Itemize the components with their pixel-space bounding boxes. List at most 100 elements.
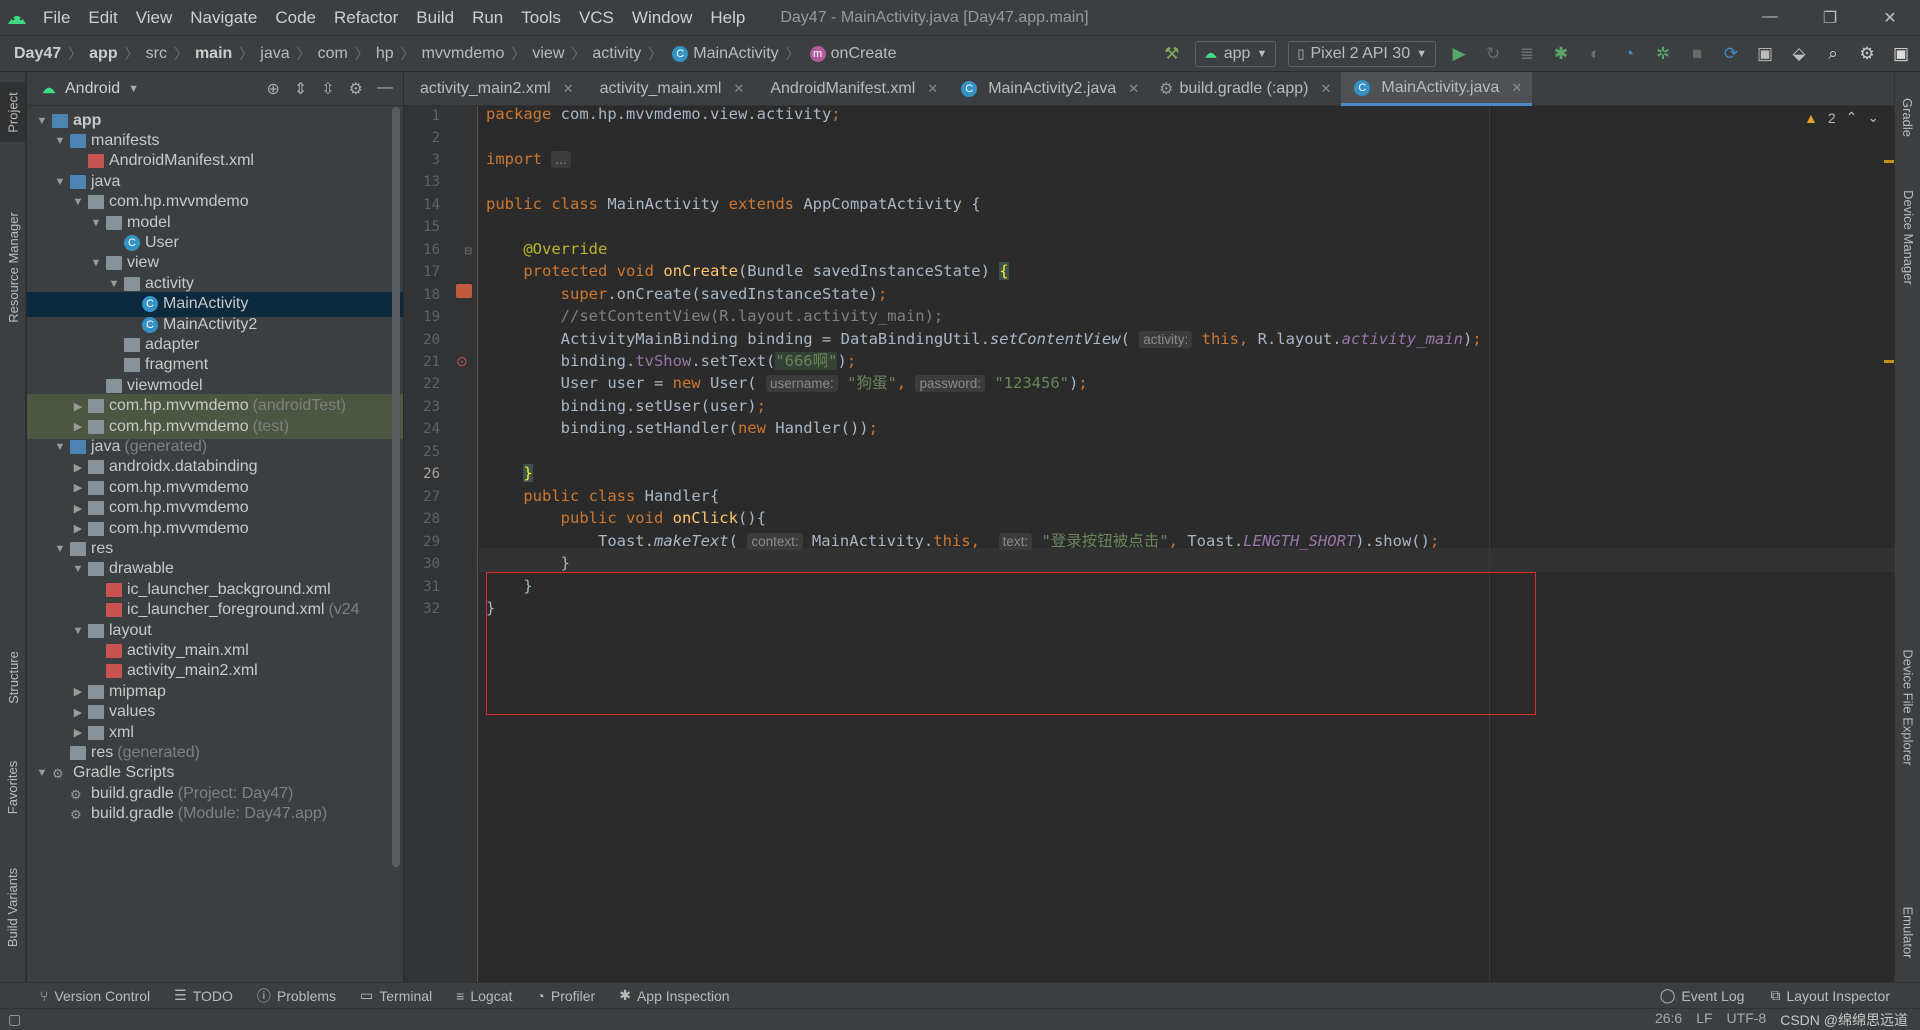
line-separator[interactable]: LF — [1696, 1010, 1712, 1030]
close-tab-icon[interactable]: ✕ — [1511, 80, 1522, 96]
breadcrumb-item[interactable]: java — [260, 45, 289, 63]
device-manager-tool-tab[interactable]: Device Manager — [1895, 172, 1920, 302]
breadcrumb-item[interactable]: mvvmdemo — [422, 45, 505, 63]
profiler-tool[interactable]: ◔ Profiler — [536, 988, 595, 1004]
chevron-right-icon[interactable]: ▶ — [71, 481, 85, 494]
close-tab-icon[interactable]: ✕ — [1320, 81, 1331, 97]
profile-icon[interactable]: ◔ — [1618, 43, 1640, 65]
structure-tool-tab[interactable]: Structure — [0, 632, 26, 722]
close-tab-icon[interactable]: ✕ — [563, 81, 574, 97]
breadcrumb-item[interactable]: app — [89, 45, 117, 63]
caret-position[interactable]: 26:6 — [1655, 1010, 1682, 1030]
breadcrumb-item[interactable]: Day47 — [14, 45, 61, 63]
close-tab-icon[interactable]: ✕ — [927, 81, 938, 97]
editor-tab[interactable]: ⚙ build.gradle (:app) ✕ — [1149, 72, 1341, 106]
minimize-button[interactable]: — — [1740, 8, 1800, 28]
editor-tab[interactable]: activity_main2.xml ✕ — [404, 72, 584, 106]
logcat-tool[interactable]: ≡ Logcat — [456, 988, 512, 1004]
collapse-all-icon[interactable]: ⇳ — [321, 79, 334, 99]
project-scrollbar[interactable] — [392, 107, 400, 867]
emulator-tool-tab[interactable]: Emulator — [1895, 892, 1920, 972]
chevron-down-icon[interactable]: ▼ — [71, 563, 85, 575]
hammer-build-icon[interactable]: ⚒ — [1161, 43, 1183, 65]
sdk-manager-icon[interactable]: ⬙ — [1788, 43, 1810, 65]
expand-all-icon[interactable]: ⇕ — [294, 79, 307, 99]
chevron-down-icon[interactable]: ▼ — [107, 278, 121, 290]
version-control-tool[interactable]: ⑂ Version Control — [40, 988, 150, 1004]
chevron-down-icon[interactable]: ▼ — [53, 176, 67, 188]
apply-changes-icon[interactable]: ≣ — [1516, 43, 1538, 65]
build-variants-tool-tab[interactable]: Build Variants — [0, 852, 26, 962]
gradle-tool-tab[interactable]: Gradle — [1895, 82, 1920, 152]
chevron-down-icon[interactable]: ▼ — [128, 83, 139, 95]
chevron-down-icon[interactable]: ▼ — [71, 196, 85, 208]
close-button[interactable]: ✕ — [1860, 8, 1920, 28]
gear-icon[interactable]: ⚙ — [1856, 43, 1878, 65]
hide-icon[interactable]: — — [377, 79, 393, 99]
editor-tab[interactable]: C MainActivity.java ✕ — [1341, 72, 1533, 106]
menu-window[interactable]: Window — [623, 0, 701, 36]
terminal-tool[interactable]: ▭ Terminal — [360, 987, 432, 1004]
device-file-explorer-tool-tab[interactable]: Device File Explorer — [1895, 632, 1920, 782]
chevron-right-icon[interactable]: ▶ — [71, 420, 85, 433]
editor-tab[interactable]: C MainActivity2.java ✕ — [948, 72, 1149, 106]
stop-icon[interactable]: ■ — [1686, 43, 1708, 65]
breadcrumb-item[interactable]: m onCreate — [807, 45, 896, 63]
chevron-down-icon[interactable]: ▼ — [89, 217, 103, 229]
menu-refactor[interactable]: Refactor — [325, 0, 407, 36]
class-marker-icon[interactable] — [456, 284, 472, 298]
attach-debugger-icon[interactable]: ✲ — [1652, 43, 1674, 65]
coverage-icon[interactable]: ◐ — [1584, 43, 1606, 65]
chevron-down-icon[interactable]: ▼ — [35, 115, 49, 127]
favorites-tool-tab[interactable]: Favorites — [0, 742, 26, 832]
resource-manager-tool-tab[interactable]: Resource Manager — [0, 192, 26, 342]
chevron-up-icon[interactable]: ⌃ — [1846, 109, 1858, 126]
project-tool-tab[interactable]: Project — [0, 82, 26, 142]
breadcrumb-item[interactable]: hp — [376, 45, 394, 63]
device-manager-icon[interactable]: ▣ — [1754, 43, 1776, 65]
sync-gradle-icon[interactable]: ⟳ — [1720, 43, 1742, 65]
app-inspection-tool[interactable]: ✱ App Inspection — [619, 987, 729, 1004]
menu-navigate[interactable]: Navigate — [181, 0, 266, 36]
editor-tab[interactable]: AndroidManifest.xml ✕ — [754, 72, 948, 106]
code-editor[interactable]: 1 2 3 13 14 15 16 17 18 19 20 21 22 23 24 25 26 27 28 29 30 3… — [404, 105, 1898, 982]
menu-help[interactable]: Help — [701, 0, 754, 36]
override-marker-icon[interactable]: ⊙ — [456, 353, 468, 370]
gear-icon[interactable]: ⚙ — [349, 79, 363, 99]
close-tab-icon[interactable]: ✕ — [1128, 81, 1139, 97]
menu-vcs[interactable]: VCS — [570, 0, 623, 36]
chevron-down-icon[interactable]: ▼ — [71, 625, 85, 637]
fold-marker-icon[interactable]: ⊟ — [464, 246, 472, 257]
menu-edit[interactable]: Edit — [79, 0, 126, 36]
locate-icon[interactable]: ⊕ — [266, 79, 279, 99]
problems-tool[interactable]: ⓘ Problems — [257, 986, 336, 1006]
chevron-right-icon[interactable]: ▶ — [71, 726, 85, 739]
search-icon[interactable]: ⌕ — [1822, 43, 1844, 65]
restore-button[interactable]: ❐ — [1800, 8, 1860, 28]
chevron-right-icon[interactable]: ▶ — [71, 706, 85, 719]
menu-code[interactable]: Code — [266, 0, 325, 36]
chevron-right-icon[interactable]: ▶ — [71, 461, 85, 474]
chevron-down-icon[interactable]: ▼ — [89, 257, 103, 269]
chevron-right-icon[interactable]: ▶ — [71, 400, 85, 413]
layout-inspector-tool[interactable]: ⧉ Layout Inspector — [1770, 987, 1890, 1004]
menu-view[interactable]: View — [127, 0, 182, 36]
run-config-select[interactable]: app ▼ — [1194, 40, 1277, 67]
editor-tab[interactable]: activity_main.xml ✕ — [584, 72, 755, 106]
breadcrumb-item[interactable]: main — [195, 45, 232, 63]
breadcrumb-item[interactable]: C MainActivity — [669, 45, 779, 63]
menu-run[interactable]: Run — [463, 0, 512, 36]
chevron-down-icon[interactable]: ▼ — [35, 767, 49, 779]
inspection-widget[interactable]: ▲ 2 ⌃ ⌄ — [1804, 109, 1879, 126]
debug-icon[interactable]: ✱ — [1550, 43, 1572, 65]
avatar-icon[interactable]: ▣ — [1890, 43, 1912, 65]
menu-tools[interactable]: Tools — [512, 0, 570, 36]
chevron-right-icon[interactable]: ▶ — [71, 522, 85, 535]
tree-item[interactable]: ⚙ build.gradle (Module: Day47.app) — [27, 802, 403, 827]
breadcrumb-item[interactable]: src — [146, 45, 167, 63]
breadcrumb-item[interactable]: activity — [592, 45, 641, 63]
close-tab-icon[interactable]: ✕ — [733, 81, 744, 97]
chevron-down-icon[interactable]: ▼ — [53, 543, 67, 555]
chevron-down-icon[interactable]: ⌄ — [1867, 109, 1879, 126]
chevron-right-icon[interactable]: ▶ — [71, 685, 85, 698]
